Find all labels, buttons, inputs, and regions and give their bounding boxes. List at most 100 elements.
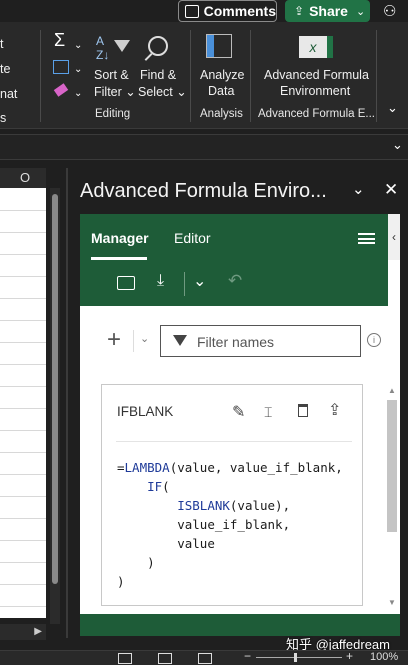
analyze-data-button[interactable]: Analyze Data [196, 32, 244, 102]
editing-group-label: Editing [95, 108, 131, 120]
column-header-label: O [20, 170, 31, 185]
analyze-data-label: Data [208, 84, 235, 98]
find-select-button[interactable]: Find & Select ⌄ [138, 34, 187, 100]
share-label: Share [309, 3, 348, 19]
column-header[interactable]: O [0, 168, 46, 189]
grid-line [0, 452, 46, 453]
toolbar-divider [184, 272, 185, 296]
scroll-down-arrow-icon[interactable]: ▼ [388, 598, 396, 607]
grid-line [0, 562, 46, 563]
sheet-horizontal-scrollbar[interactable]: ▶ [0, 624, 46, 640]
sort-filter-label: Filter ⌄ [94, 85, 136, 99]
pane-splitter[interactable] [66, 168, 68, 638]
add-dropdown-chevron-icon[interactable]: ⌄ [140, 332, 149, 345]
pane-options-chevron-icon[interactable]: ⌄ [352, 180, 365, 198]
formula-bar-expand-icon[interactable]: ⌄ [392, 137, 403, 153]
share-icon: ⇪ [294, 4, 305, 18]
code-text: ) [147, 555, 155, 570]
grid-line [0, 408, 46, 409]
sheet-vertical-scrollbar[interactable] [50, 188, 60, 624]
ribbon-left-item[interactable]: t [0, 37, 3, 51]
pane-title: Advanced Formula Enviro... [80, 180, 327, 202]
info-icon[interactable]: i [367, 333, 381, 347]
hamburger-menu-icon[interactable] [358, 233, 375, 244]
chevron-down-icon[interactable]: ⌄ [193, 271, 206, 291]
chevron-down-icon[interactable]: ⌄ [74, 64, 82, 75]
scrollbar-thumb[interactable] [52, 194, 58, 584]
rename-icon[interactable]: ⌶ [264, 404, 272, 421]
formula-bar[interactable]: ⌄ [0, 134, 408, 160]
ribbon-divider [40, 30, 41, 122]
code-text: (value, value_if_blank, [169, 460, 343, 475]
autosum-icon[interactable]: Σ [54, 30, 65, 51]
download-icon[interactable]: ⤓ [157, 272, 164, 290]
code-text: (value), [229, 498, 291, 513]
pane-scrollbar[interactable]: ▲ ▼ [384, 384, 400, 614]
manager-toolbar: ⤓ ⌄ ↶ [80, 262, 388, 306]
advanced-formula-label: Environment [280, 84, 351, 98]
search-icon-handle [144, 53, 153, 61]
zoom-in-icon[interactable]: + [346, 649, 353, 663]
zoom-slider-thumb[interactable] [294, 653, 297, 662]
share-export-icon[interactable]: ⇪ [328, 400, 341, 420]
share-dropdown-icon[interactable]: ⌄ [356, 5, 365, 18]
grid-line [0, 342, 46, 343]
chevron-down-icon[interactable]: ⌄ [74, 88, 82, 99]
account-icon[interactable]: ⚇ [383, 2, 401, 20]
grid-line [0, 210, 46, 211]
comments-button[interactable]: Comments [178, 0, 277, 22]
page-layout-icon[interactable] [158, 653, 172, 664]
pane-footer [80, 614, 400, 636]
grid-line [0, 474, 46, 475]
edit-pencil-icon[interactable]: ✎ [232, 402, 245, 422]
zoom-out-icon[interactable]: − [244, 649, 251, 663]
card-name: IFBLANK [117, 404, 174, 419]
ribbon-left-item[interactable]: nat [0, 87, 17, 101]
advanced-formula-environment-button[interactable]: x Advanced Formula Environment [258, 32, 370, 102]
analyze-data-icon [206, 34, 232, 58]
comment-icon [185, 4, 199, 18]
share-button[interactable]: ⇪ Share ⌄ [285, 0, 370, 22]
divider [133, 330, 134, 352]
scroll-right-arrow-icon[interactable]: ▶ [34, 626, 42, 637]
scrollbar-thumb[interactable] [387, 400, 397, 532]
grid-line [0, 232, 46, 233]
grid-line [0, 606, 46, 607]
filter-names-input[interactable]: Filter names [160, 325, 361, 357]
ribbon-divider [250, 30, 251, 122]
add-name-icon[interactable]: + [107, 328, 121, 352]
zoom-slider[interactable] [256, 653, 342, 662]
collapse-side-tab[interactable]: ‹ [388, 214, 400, 260]
advanced-formula-label: Advanced Formula [264, 68, 369, 82]
ribbon-expand-chevron-icon[interactable]: ⌄ [387, 100, 398, 116]
status-bar: − + 100% [0, 649, 408, 665]
grid-line [0, 386, 46, 387]
code-keyword-isblank: ISBLANK [177, 498, 230, 513]
tab-editor[interactable]: Editor [174, 230, 211, 246]
fill-icon[interactable] [53, 60, 69, 74]
ribbon-left-item[interactable]: te [0, 62, 10, 76]
formula-environment-icon: x [299, 36, 333, 58]
filter-placeholder: Filter names [197, 334, 275, 350]
chevron-down-icon[interactable]: ⌄ [74, 40, 82, 51]
zoom-level[interactable]: 100% [370, 651, 398, 663]
card-header-divider [116, 441, 352, 442]
ribbon-left-item: s [0, 111, 7, 125]
grid-line [0, 540, 46, 541]
ribbon-divider [190, 30, 191, 122]
sort-filter-button[interactable]: A Z↓ Sort & Filter ⌄ [92, 34, 136, 100]
sort-filter-label: Sort & [94, 68, 129, 82]
analyze-data-label: Analyze [200, 68, 245, 82]
folder-sync-icon[interactable] [117, 276, 135, 290]
page-break-icon[interactable] [198, 653, 212, 664]
tab-manager[interactable]: Manager [91, 230, 149, 246]
close-pane-icon[interactable]: ✕ [384, 180, 398, 200]
delete-trash-icon[interactable] [298, 404, 308, 417]
code-text: value [177, 536, 215, 551]
ribbon-divider [376, 30, 377, 122]
scroll-up-arrow-icon[interactable]: ▲ [388, 386, 396, 395]
spreadsheet-grid[interactable] [0, 188, 46, 618]
normal-view-icon[interactable] [118, 653, 132, 664]
find-select-label: Find & [140, 68, 177, 82]
code-prefix: = [117, 460, 125, 475]
